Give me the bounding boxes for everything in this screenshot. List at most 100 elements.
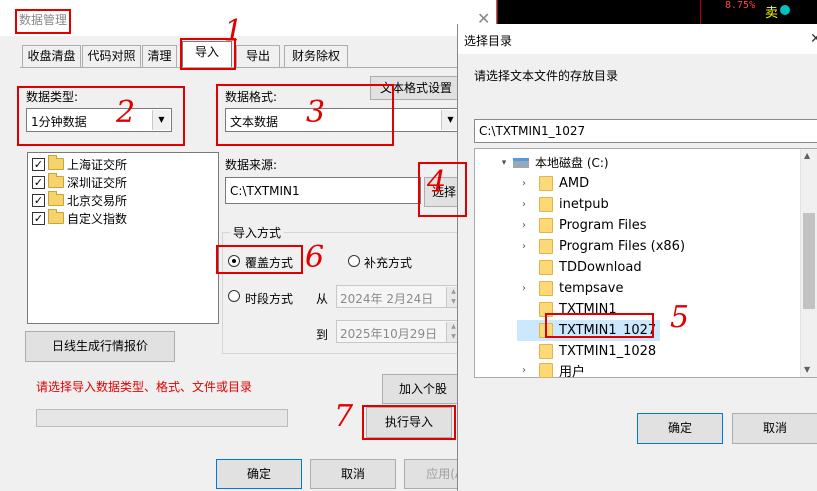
annotation-box (216, 245, 303, 274)
scrollbar-thumb[interactable] (803, 213, 815, 309)
folder-label: TXTMIN1_1028 (559, 344, 657, 359)
folder-label: TDDownload (559, 260, 642, 275)
annotation-number: 2 (116, 95, 136, 130)
folder-icon (539, 239, 553, 254)
daily-quote-button[interactable]: 日线生成行情报价 (25, 331, 175, 362)
annotation-number: 5 (670, 300, 690, 335)
tab-finance-rights[interactable]: 财务除权 (284, 45, 348, 67)
tree-row[interactable]: TDDownload (517, 257, 642, 278)
date-to-picker[interactable]: 2025年10月29日 ▲ ▼ (336, 320, 461, 343)
market-label: 上海证交所 (67, 157, 128, 172)
tab-clean[interactable]: 清理 (142, 45, 177, 67)
folder-icon (48, 155, 64, 170)
annotation-box (15, 9, 71, 34)
date-to-value: 2025年10月29日 (340, 327, 438, 341)
folder-icon (539, 260, 553, 275)
path-value: C:\TXTMIN1_1027 (479, 124, 586, 138)
supplement-radio[interactable] (348, 255, 360, 267)
drive-icon (513, 157, 529, 168)
tab-close-clear[interactable]: 收盘清盘 (22, 45, 81, 67)
progress-bar (36, 409, 288, 427)
data-source-label: 数据来源: (225, 158, 278, 172)
chevron-right-icon[interactable]: › (517, 178, 531, 189)
to-label: 到 (316, 328, 329, 342)
drive-label: 本地磁盘 (C:) (535, 156, 609, 170)
dialog-cancel-button[interactable]: 取消 (732, 413, 817, 444)
folder-icon (539, 218, 553, 233)
folder-label: tempsave (559, 281, 624, 296)
market-list: ✓ 上海证交所 ✓ 深圳证交所 ✓ 北京交易所 ✓ 自定义指数 (27, 152, 219, 324)
folder-icon (539, 344, 553, 359)
folder-icon (539, 362, 553, 378)
market-label: 深圳证交所 (67, 175, 128, 190)
annotation-number: 6 (305, 240, 325, 275)
tree-row[interactable]: › inetpub (517, 194, 609, 215)
chevron-right-icon[interactable]: › (517, 365, 531, 376)
scroll-up-icon[interactable]: ▲ (804, 151, 810, 160)
folder-icon (48, 191, 64, 206)
indicator-icon (780, 5, 790, 15)
annotation-number: 4 (427, 165, 447, 200)
tree-row[interactable]: › tempsave (517, 278, 623, 299)
tree-row[interactable]: › AMD (517, 173, 589, 194)
folder-icon (539, 197, 553, 212)
annotation-box (17, 86, 185, 146)
period-radio[interactable] (228, 290, 240, 302)
tab-code-mapping[interactable]: 代码对照 (82, 45, 141, 67)
ok-button[interactable]: 确定 (216, 459, 302, 489)
annotation-number: 1 (224, 14, 244, 49)
select-directory-dialog: 选择目录 ✕ 请选择文本文件的存放目录 C:\TXTMIN1_1027 ▾ 本地… (457, 24, 817, 491)
checkbox[interactable]: ✓ (32, 175, 45, 189)
list-item[interactable]: ✓ 上海证交所 (32, 155, 128, 172)
percent-value: 8.75% (725, 0, 756, 11)
import-mode-label: 导入方式 (230, 224, 285, 241)
data-source-input[interactable]: C:\TXTMIN1 (225, 177, 421, 204)
market-label: 自定义指数 (67, 211, 128, 226)
scroll-down-icon[interactable]: ▼ (804, 365, 810, 374)
dialog-ok-button[interactable]: 确定 (637, 413, 723, 444)
side-char: 卖 (765, 6, 779, 21)
tree-row[interactable]: › Program Files (517, 215, 647, 236)
path-input[interactable]: C:\TXTMIN1_1027 (474, 119, 817, 143)
tree-row[interactable]: TXTMIN1_1028 (517, 341, 656, 362)
annotation-number: 7 (334, 399, 354, 434)
dialog-title: 选择目录 (464, 34, 513, 48)
close-icon[interactable]: ✕ (810, 31, 817, 47)
annotation-number: 3 (306, 95, 326, 130)
tree-row[interactable]: › Program Files (x86) (517, 236, 685, 257)
annotation-box (216, 84, 394, 146)
folder-icon (48, 209, 64, 224)
cancel-button[interactable]: 取消 (310, 459, 396, 489)
chevron-right-icon[interactable]: › (517, 283, 531, 294)
tree-row[interactable]: › 用户 (517, 362, 585, 378)
folder-icon (539, 281, 553, 296)
checkbox[interactable]: ✓ (32, 193, 45, 207)
scrollbar[interactable]: ▲ ▼ (800, 149, 817, 377)
period-label: 时段方式 (245, 292, 294, 306)
tree-row-drive[interactable]: ▾ 本地磁盘 (C:) (497, 152, 609, 173)
grid-line (497, 0, 498, 24)
dialog-prompt: 请选择文本文件的存放目录 (474, 69, 619, 83)
folder-label: AMD (559, 176, 590, 191)
hint-text: 请选择导入数据类型、格式、文件或目录 (36, 380, 253, 394)
folder-tree: ▾ 本地磁盘 (C:) › AMD › inetpub › Program Files… (474, 148, 817, 378)
list-item[interactable]: ✓ 深圳证交所 (32, 173, 128, 190)
list-item[interactable]: ✓ 北京交易所 (32, 191, 128, 208)
list-item[interactable]: ✓ 自定义指数 (32, 209, 128, 226)
market-label: 北京交易所 (67, 193, 128, 208)
chevron-down-icon[interactable]: ▾ (497, 158, 511, 168)
tab-divider (20, 67, 490, 68)
chevron-right-icon[interactable]: › (517, 220, 531, 231)
folder-label: Program Files (559, 218, 647, 233)
supplement-label: 补充方式 (364, 256, 413, 270)
chevron-right-icon[interactable]: › (517, 241, 531, 252)
checkbox[interactable]: ✓ (32, 157, 45, 171)
checkbox[interactable]: ✓ (32, 211, 45, 225)
chevron-right-icon[interactable]: › (517, 199, 531, 210)
folder-icon (539, 176, 553, 191)
add-stock-button[interactable]: 加入个股 (382, 374, 464, 404)
annotation-box (545, 313, 654, 338)
date-from-picker[interactable]: 2024年 2月24日 ▲ ▼ (336, 285, 461, 308)
date-from-value: 2024年 2月24日 (340, 292, 434, 306)
folder-label: Program Files (x86) (559, 239, 686, 254)
